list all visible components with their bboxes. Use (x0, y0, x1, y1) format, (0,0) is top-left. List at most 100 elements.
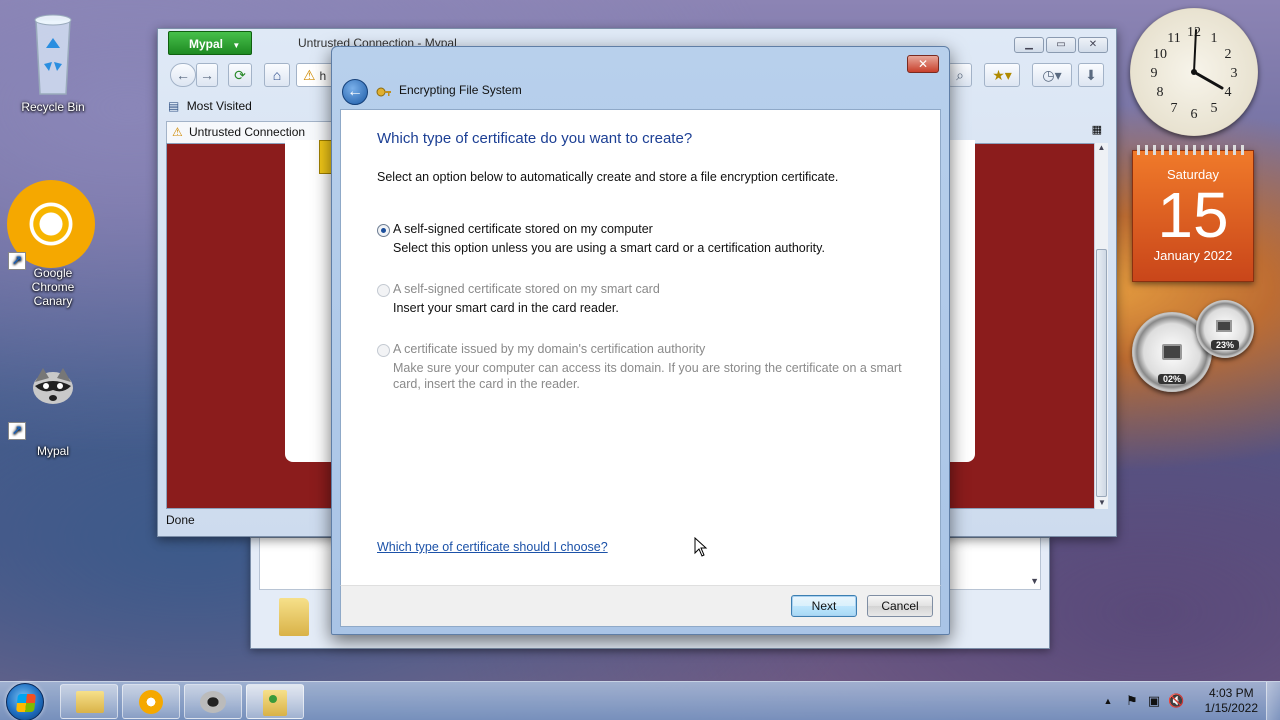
dialog-close-button[interactable]: ✕ (907, 55, 939, 73)
certificate-manager-icon (263, 690, 287, 716)
folder-icon (279, 598, 309, 636)
start-button[interactable] (6, 683, 44, 720)
browser-menu-button[interactable]: Mypal ▼ (168, 31, 252, 55)
system-tray: ▲ ⚑ ▣ 🔇 4:03 PM 1/15/2022 (1090, 682, 1280, 720)
dropdown-arrow-icon: ▼ (232, 41, 241, 50)
desktop-icon-mypal[interactable]: ↗ Mypal (5, 362, 101, 458)
key-icon (376, 83, 392, 99)
network-icon[interactable]: ▣ (1146, 693, 1162, 709)
svg-text:1: 1 (1211, 31, 1218, 46)
forward-icon[interactable]: → (196, 63, 218, 87)
calendar-date: 15 (1157, 179, 1229, 251)
dialog-footer: Next Cancel (340, 585, 941, 627)
shortcut-arrow-icon: ↗ (8, 422, 26, 440)
radio-button (377, 344, 390, 357)
taskbar-file-explorer[interactable] (60, 684, 118, 719)
cpu-chip-icon (1162, 344, 1182, 360)
chrome-canary-icon (139, 690, 163, 714)
browser-menu-label: Mypal (189, 37, 224, 51)
option-label: A self-signed certificate stored on my c… (393, 222, 653, 236)
back-arrow-icon: ← (347, 83, 363, 100)
memory-chip-icon (1216, 320, 1232, 332)
clock-gadget[interactable]: 12 1 2 345 678 9 10 11 (1130, 8, 1258, 136)
taskbar-mypal[interactable] (184, 684, 242, 719)
warning-icon: ⚠ (303, 67, 316, 83)
clock-face-icon: 12 12 345 678 91011 (1151, 25, 1238, 122)
scroll-down-icon[interactable]: ▼ (1030, 576, 1039, 586)
taskbar-date: 1/15/2022 (1204, 701, 1258, 715)
mypal-icon (29, 362, 77, 410)
warning-icon: ⚠ (172, 125, 183, 139)
show-desktop-button[interactable] (1266, 682, 1280, 720)
help-link[interactable]: Which type of certificate should I choos… (377, 540, 608, 554)
option-domain-ca: A certificate issued by my domain's cert… (377, 342, 917, 398)
scroll-up-icon[interactable]: ▲ (1095, 143, 1108, 152)
home-icon[interactable]: ⌂ (264, 63, 290, 87)
option-description: Insert your smart card in the card reade… (393, 301, 619, 315)
scroll-thumb[interactable] (1096, 249, 1107, 497)
svg-text:6: 6 (1191, 107, 1198, 122)
desktop-icon-label: Google Chrome Canary (31, 266, 75, 308)
mypal-icon (200, 691, 226, 713)
taskbar-chrome-canary[interactable] (122, 684, 180, 719)
dialog-body: Which type of certificate do you want to… (340, 109, 941, 585)
option-label: A certificate issued by my domain's cert… (393, 342, 706, 356)
option-description: Select this option unless you are using … (393, 241, 825, 255)
show-hidden-icons-icon[interactable]: ▲ (1100, 693, 1116, 709)
cpu-value: 02% (1158, 374, 1186, 384)
reload-icon[interactable]: ⟳ (228, 63, 252, 87)
url-text: h (319, 69, 327, 83)
memory-value: 23% (1211, 340, 1239, 350)
svg-text:7: 7 (1171, 101, 1178, 116)
shortcut-arrow-icon: ↗ (8, 252, 26, 270)
minimize-icon[interactable]: ▁ (1014, 37, 1044, 53)
radio-button[interactable] (377, 224, 390, 237)
tab-list-icon[interactable]: ▦ (1092, 123, 1102, 136)
vertical-scrollbar[interactable]: ▲ ▼ (1094, 143, 1108, 509)
dialog-title: Encrypting File System (399, 83, 522, 97)
volume-muted-icon[interactable]: 🔇 (1168, 693, 1184, 709)
wizard-back-button[interactable]: ← (342, 79, 368, 105)
taskbar-clock[interactable]: 4:03 PM 1/15/2022 (1205, 686, 1258, 716)
window-controls: ▁ ▭ ✕ (1014, 37, 1108, 53)
action-center-flag-icon[interactable]: ⚑ (1124, 693, 1140, 709)
page-title: Which type of certificate do you want to… (377, 130, 693, 147)
efs-wizard-dialog: ✕ ← Encrypting File System Which type of… (331, 46, 950, 635)
svg-text:10: 10 (1153, 47, 1167, 62)
svg-text:8: 8 (1157, 85, 1164, 100)
most-visited-link[interactable]: Most Visited (187, 99, 252, 113)
calendar-gadget[interactable]: Saturday 15 January 2022 (1132, 145, 1254, 282)
bookmarks-icon[interactable]: ★▾ (984, 63, 1020, 87)
calendar-month: January 2022 (1153, 248, 1233, 263)
close-icon[interactable]: ✕ (1078, 37, 1108, 53)
history-icon[interactable]: ◷▾ (1032, 63, 1072, 87)
cancel-button[interactable]: Cancel (867, 595, 933, 617)
svg-text:11: 11 (1167, 31, 1180, 46)
taskbar-time: 4:03 PM (1208, 686, 1254, 700)
calendar-rings (1137, 145, 1249, 155)
desktop-icon-label: Recycle Bin (21, 100, 85, 114)
memory-meter-gadget[interactable]: 23% (1196, 300, 1254, 358)
svg-text:9: 9 (1151, 66, 1158, 81)
downloads-icon[interactable]: ⬇ (1078, 63, 1104, 87)
taskbar: ▲ ⚑ ▣ 🔇 4:03 PM 1/15/2022 (0, 681, 1280, 720)
search-icon[interactable]: ⌕ (948, 63, 972, 87)
file-explorer-icon (76, 691, 104, 713)
back-icon[interactable]: ← (170, 63, 196, 87)
status-text: Done (166, 513, 195, 527)
most-visited-icon: ▤ (168, 99, 180, 113)
maximize-icon[interactable]: ▭ (1046, 37, 1076, 53)
svg-text:4: 4 (1225, 85, 1232, 100)
scroll-down-icon[interactable]: ▼ (1095, 498, 1109, 507)
mouse-cursor-icon (694, 536, 708, 560)
desktop-icon-label: Mypal (36, 444, 69, 458)
next-button[interactable]: Next (791, 595, 857, 617)
option-computer[interactable]: A self-signed certificate stored on my c… (377, 222, 917, 262)
url-bar[interactable]: ⚠ h (296, 63, 336, 87)
option-description: Make sure your computer can access its d… (393, 361, 902, 391)
windows-logo-icon (16, 694, 36, 712)
bookmarks-toolbar: ▤ Most Visited (168, 99, 252, 113)
desktop-icon-recycle-bin[interactable]: Recycle Bin (5, 8, 101, 114)
desktop-icon-chrome-canary[interactable]: ↗ Google Chrome Canary (5, 180, 101, 308)
taskbar-certificate-manager[interactable] (246, 684, 304, 719)
